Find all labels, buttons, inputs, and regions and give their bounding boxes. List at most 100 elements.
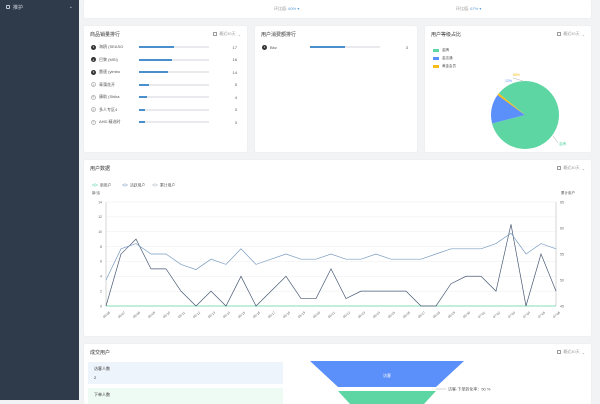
- summary-stat: 环比值: 60% ▾: [274, 6, 300, 11]
- rank-number: 3: [91, 69, 96, 75]
- rank-row: 7 AHD 精选时 3: [91, 118, 237, 126]
- legend-label: 新用户: [100, 183, 112, 188]
- user-rank-card: 用户消费额排行 1 Bbz 3: [255, 26, 417, 152]
- rank-row: 1 海鸥 (SEASO 17: [91, 43, 237, 51]
- y-right-tick-label: 65: [560, 200, 564, 204]
- rank-number: 1: [262, 44, 267, 50]
- x-tick-label: 06-20: [312, 310, 321, 318]
- user-level-card: 用户等级占比 最近30天 ⌄ 金牌 金店通 黄金会员 12% 88% 金牌: [425, 26, 591, 152]
- rank-value: 5: [234, 82, 237, 87]
- y-tick-label: 8: [100, 245, 102, 249]
- card-title: 商品销量排行: [90, 32, 121, 38]
- x-tick-label: 06-26: [402, 310, 411, 318]
- rank-bar-track: [139, 96, 209, 98]
- rank-name: 多人专区4: [99, 106, 118, 112]
- rank-name: 海鸥 (SEASO: [99, 44, 124, 49]
- sidebar-item-label: 推护: [13, 4, 24, 11]
- y-right-tick-label: 55: [560, 252, 564, 256]
- user-level-pie-chart: 12%88% 金牌: [491, 73, 567, 149]
- x-tick-label: 06-19: [297, 310, 306, 318]
- date-range-dropdown[interactable]: 最近30天 ⌄: [213, 31, 241, 37]
- dashboard-icon: [6, 5, 10, 9]
- rank-bar-fill: [139, 108, 146, 111]
- legend-label: 累计用户: [160, 183, 175, 188]
- rank-value: 3: [234, 107, 237, 112]
- x-tick-label: 06-10: [162, 310, 171, 318]
- y-right-tick-label: 60: [560, 226, 564, 230]
- legend-label: 活跃用户: [130, 183, 145, 188]
- rank-bar-track: [310, 46, 380, 48]
- summary-card: 环比值: 60% ▾ 环比值: 67% ▾: [84, 0, 591, 18]
- chevron-down-icon: ⌄: [237, 31, 241, 37]
- rank-name: 巴黎 (MSI): [99, 56, 118, 62]
- rank-name: 雷速 (yimbo: [99, 69, 121, 74]
- rank-number: 4: [91, 82, 96, 87]
- x-tick-label: 06-27: [417, 310, 426, 318]
- rank-number: 6: [91, 107, 96, 112]
- rank-row: 6 多人专区4 3: [91, 106, 237, 114]
- rank-value: 3: [234, 119, 237, 125]
- card-title: 用户消费额排行: [261, 32, 297, 38]
- rank-name: AHD 精选时: [99, 119, 121, 124]
- product-rank-card: 商品销量排行 最近30天 ⌄ 1 海鸥 (SEASO 17 2 巴黎 (MSI) 16 3 雷…: [84, 26, 247, 152]
- x-tick-label: 06-09: [147, 310, 156, 318]
- x-tick-label: 06-23: [357, 310, 366, 318]
- x-tick-label: 06-16: [252, 310, 261, 318]
- rank-row: 5 康助 (Shika 4: [91, 93, 237, 101]
- y-tick-label: 4: [100, 275, 102, 279]
- rank-bar-fill: [139, 121, 146, 123]
- x-tick-label: 07-02: [492, 310, 501, 318]
- legend-marker: [153, 183, 157, 187]
- rank-bar-track: [139, 71, 209, 73]
- x-tick-label: 06-21: [327, 310, 336, 318]
- rank-bar-fill: [139, 71, 168, 73]
- rank-value: 3: [405, 44, 408, 50]
- rank-name: 康助 (Shika: [99, 94, 120, 99]
- y-tick-label: 14: [98, 200, 102, 204]
- x-tick-label: 06-13: [207, 310, 216, 318]
- y-tick-label: 0: [100, 304, 102, 308]
- x-tick-label: 06-30: [462, 310, 471, 318]
- rank-bar-fill: [139, 58, 172, 61]
- rank-row: 2 巴黎 (MSI) 16: [91, 56, 237, 64]
- funnel-stage-orders: [338, 391, 436, 404]
- x-tick-label: 06-06: [102, 310, 111, 318]
- series-line: [105, 232, 557, 281]
- x-tick-label: 06-07: [117, 310, 126, 318]
- rank-number: 1: [91, 44, 96, 50]
- x-tick-label: 07-04: [522, 310, 531, 318]
- rank-bar-fill: [139, 46, 174, 48]
- sidebar: 推护 ⌄: [0, 0, 79, 400]
- x-tick-label: 06-14: [222, 310, 231, 318]
- y-tick-label: 2: [100, 289, 102, 293]
- right-axis-title: 累计用户: [561, 190, 575, 195]
- x-tick-label: 07-03: [507, 310, 516, 318]
- conversion-rate-label: 访客-下单转化率：50 %: [448, 386, 491, 392]
- rank-bar-fill: [310, 46, 345, 48]
- rank-value: 14: [232, 69, 237, 75]
- rank-value: 4: [234, 94, 237, 100]
- user-data-card: 用户数据 最近30天 ⌄ 新用户 活跃用户 累计用户 新/活 累计用户 0 2 4 6 8 10 12…: [84, 160, 591, 336]
- funnel-card: 成交用户 最近30天 ⌄ 访客人数 2 下单人数 访客 访客-下单转化率：50 …: [84, 344, 591, 404]
- rank-row: 1 Bbz 3: [262, 43, 408, 51]
- rank-bar-track: [139, 121, 209, 123]
- x-tick-label: 07-01: [477, 310, 486, 318]
- rank-bar-track: [139, 83, 209, 86]
- x-tick-label: 06-25: [387, 310, 396, 318]
- rank-bar-track: [139, 108, 209, 111]
- sidebar-item-dashboard[interactable]: 推护 ⌄: [0, 0, 79, 14]
- pie-slice-label: 88%: [513, 73, 520, 77]
- rank-value: 16: [232, 57, 237, 62]
- legend-marker: [123, 183, 127, 187]
- chevron-down-icon: ⌄: [68, 4, 73, 10]
- funnel-chart: 访客 访客-下单转化率：50 %: [310, 361, 491, 404]
- rank-bar-fill: [139, 83, 150, 86]
- rank-name: 青蒲花开: [99, 81, 115, 87]
- rank-number: 5: [91, 94, 96, 100]
- x-tick-label: 07-06: [552, 310, 561, 318]
- y-tick-label: 6: [100, 260, 102, 264]
- rank-bar-track: [139, 58, 209, 61]
- legend-marker: [93, 183, 97, 187]
- x-tick-label: 07-05: [537, 310, 546, 318]
- rank-name: Bbz: [270, 44, 277, 50]
